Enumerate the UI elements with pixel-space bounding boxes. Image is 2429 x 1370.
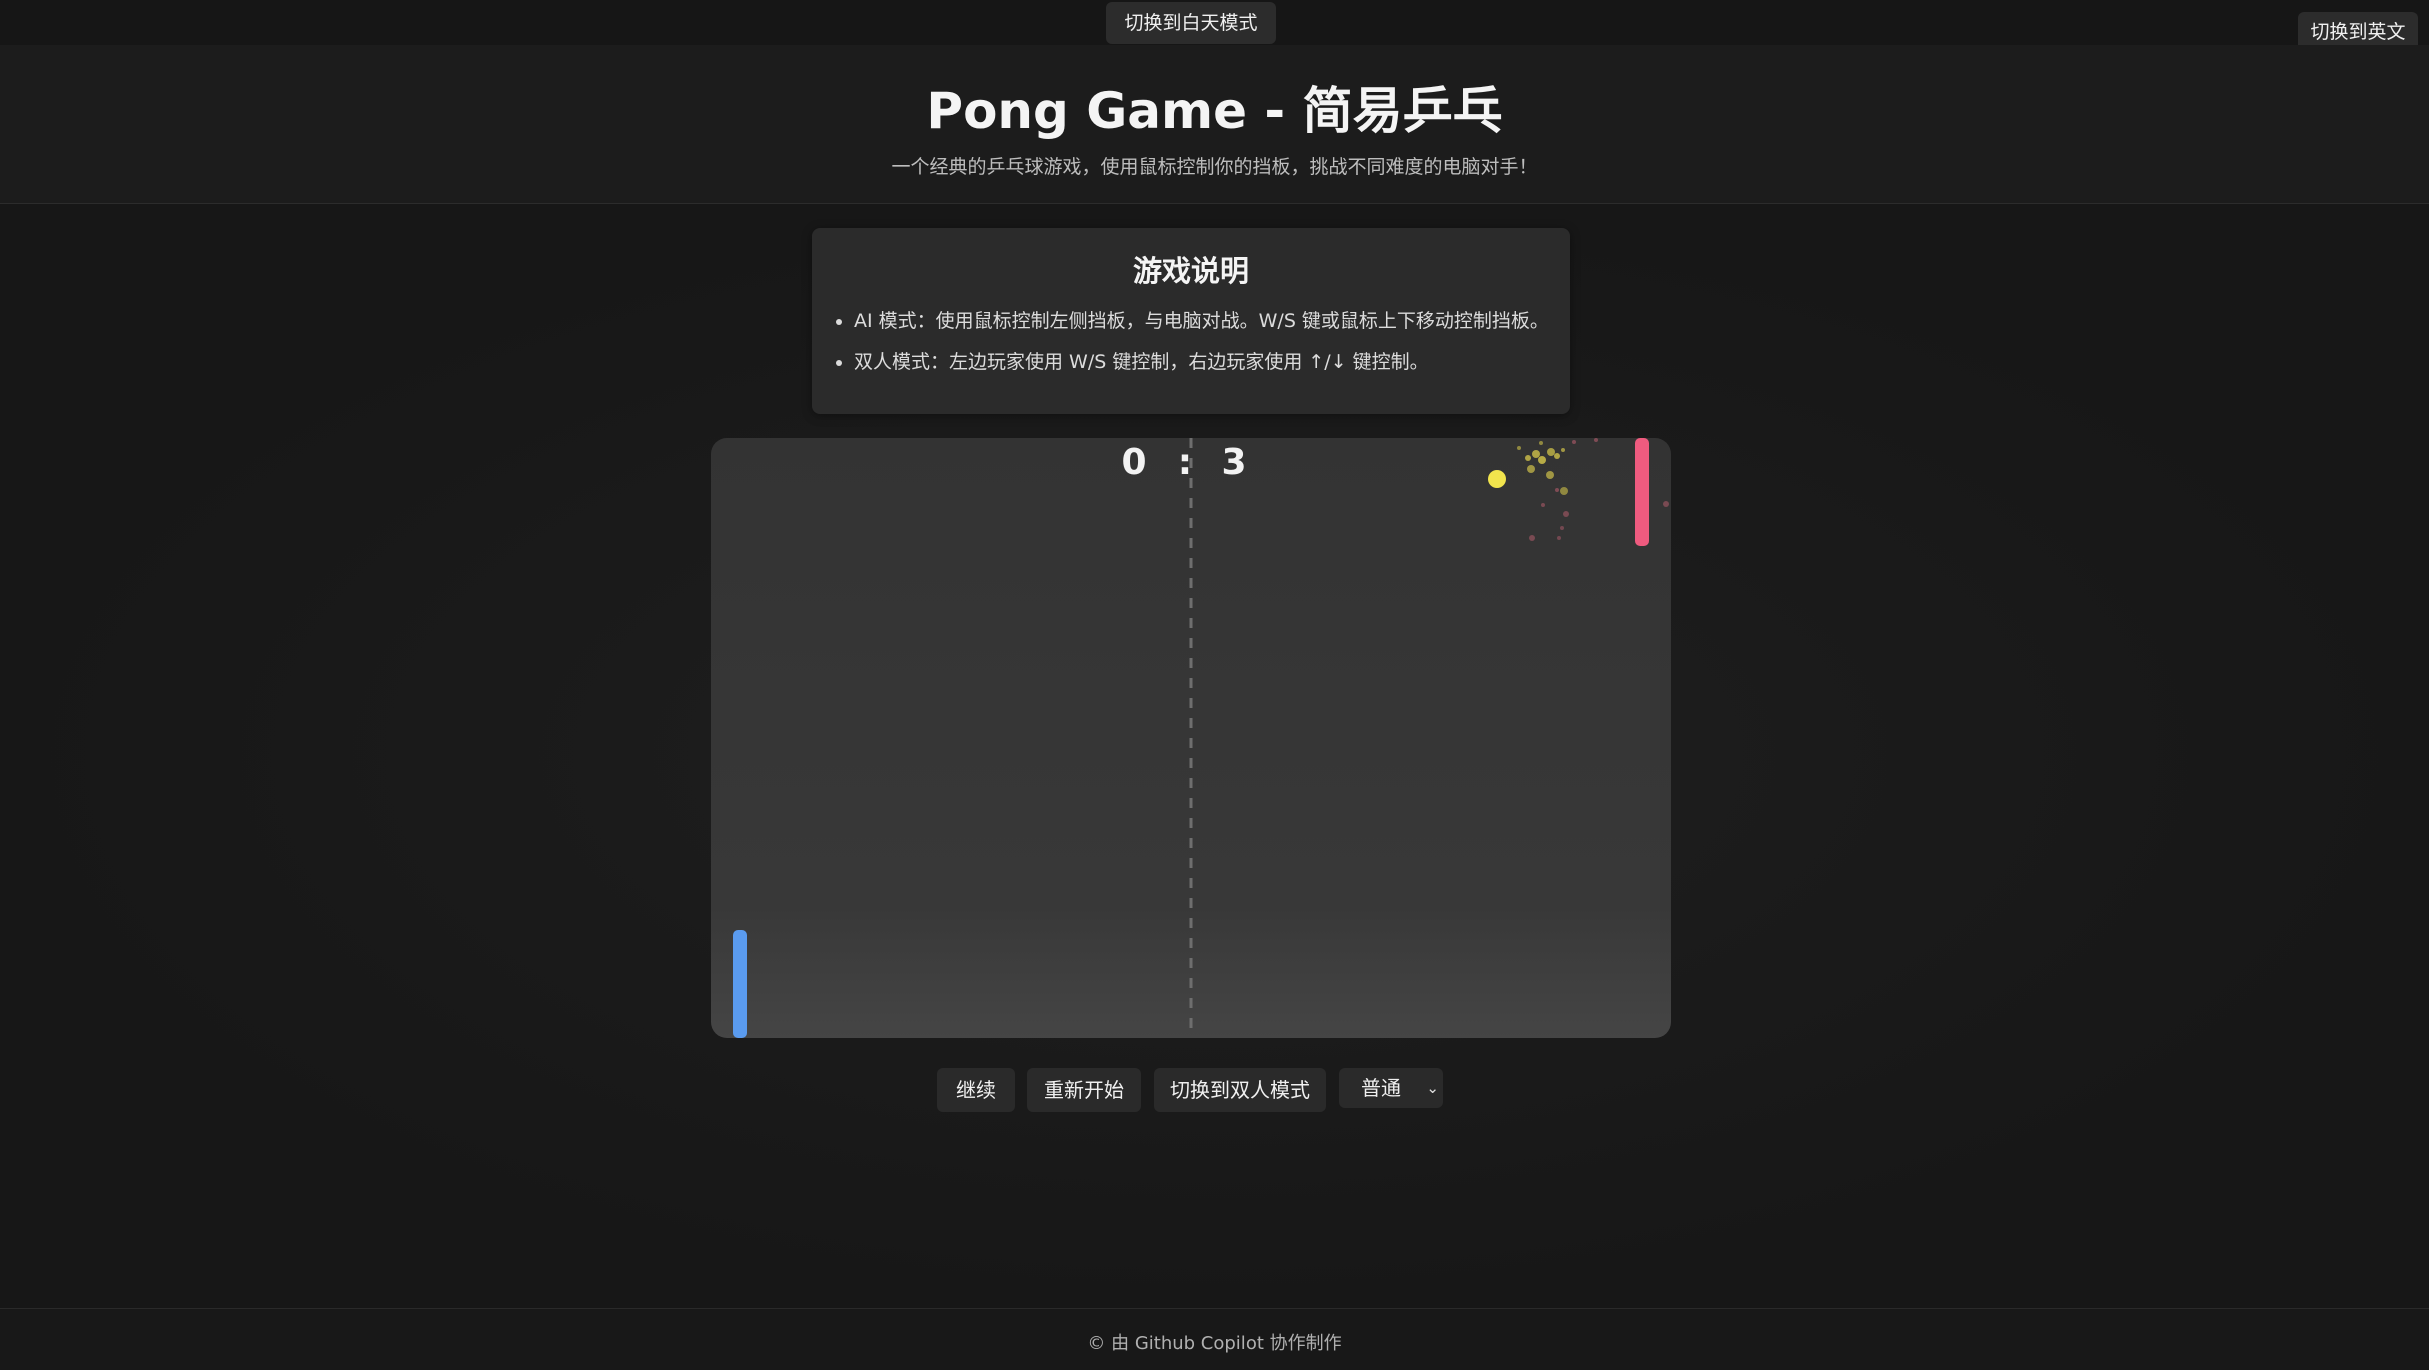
left-paddle xyxy=(733,930,747,1038)
game-board[interactable]: 0 : 3 xyxy=(711,438,1671,1038)
theme-toggle-button[interactable]: 切换到白天模式 xyxy=(1106,2,1276,44)
page-subtitle: 一个经典的乒乓球游戏，使用鼠标控制你的挡板，挑战不同难度的电脑对手！ xyxy=(891,156,1538,178)
instructions-list: AI 模式：使用鼠标控制左侧挡板，与电脑对战。W/S 键或鼠标上下移动控制挡板。… xyxy=(834,306,1574,388)
difficulty-select[interactable]: 普通 ⌄ xyxy=(1339,1068,1443,1108)
page-footer: © 由 Github Copilot 协作制作 xyxy=(0,1308,2429,1370)
instructions-heading: 游戏说明 xyxy=(1132,254,1249,288)
instructions-panel: 游戏说明 AI 模式：使用鼠标控制左侧挡板，与电脑对战。W/S 键或鼠标上下移动… xyxy=(812,228,1570,414)
instruction-ai-mode: AI 模式：使用鼠标控制左侧挡板，与电脑对战。W/S 键或鼠标上下移动控制挡板。 xyxy=(854,306,1574,333)
chevron-down-icon: ⌄ xyxy=(1426,1079,1439,1097)
right-paddle xyxy=(1635,438,1649,546)
ball xyxy=(1488,470,1506,488)
instruction-two-player-mode: 双人模式：左边玩家使用 W/S 键控制，右边玩家使用 ↑/↓ 键控制。 xyxy=(854,347,1574,374)
page-title: Pong Game - 简易乒乓 xyxy=(926,82,1503,140)
difficulty-selected-value: 普通 xyxy=(1361,1076,1401,1100)
score-right: 3 xyxy=(1221,442,1246,483)
game-canvas: 0 : 3 xyxy=(733,438,1669,1038)
continue-button[interactable]: 继续 xyxy=(937,1068,1015,1112)
footer-credit: © 由 Github Copilot 协作制作 xyxy=(1087,1333,1342,1354)
score-left: 0 xyxy=(1121,442,1146,483)
mode-toggle-button[interactable]: 切换到双人模式 xyxy=(1154,1068,1326,1112)
top-bar: 切换到白天模式 切换到英文 xyxy=(0,0,2429,52)
score-separator: : xyxy=(1178,442,1192,483)
restart-button[interactable]: 重新开始 xyxy=(1027,1068,1141,1112)
page-header: Pong Game - 简易乒乓 一个经典的乒乓球游戏，使用鼠标控制你的挡板，挑… xyxy=(0,45,2429,204)
